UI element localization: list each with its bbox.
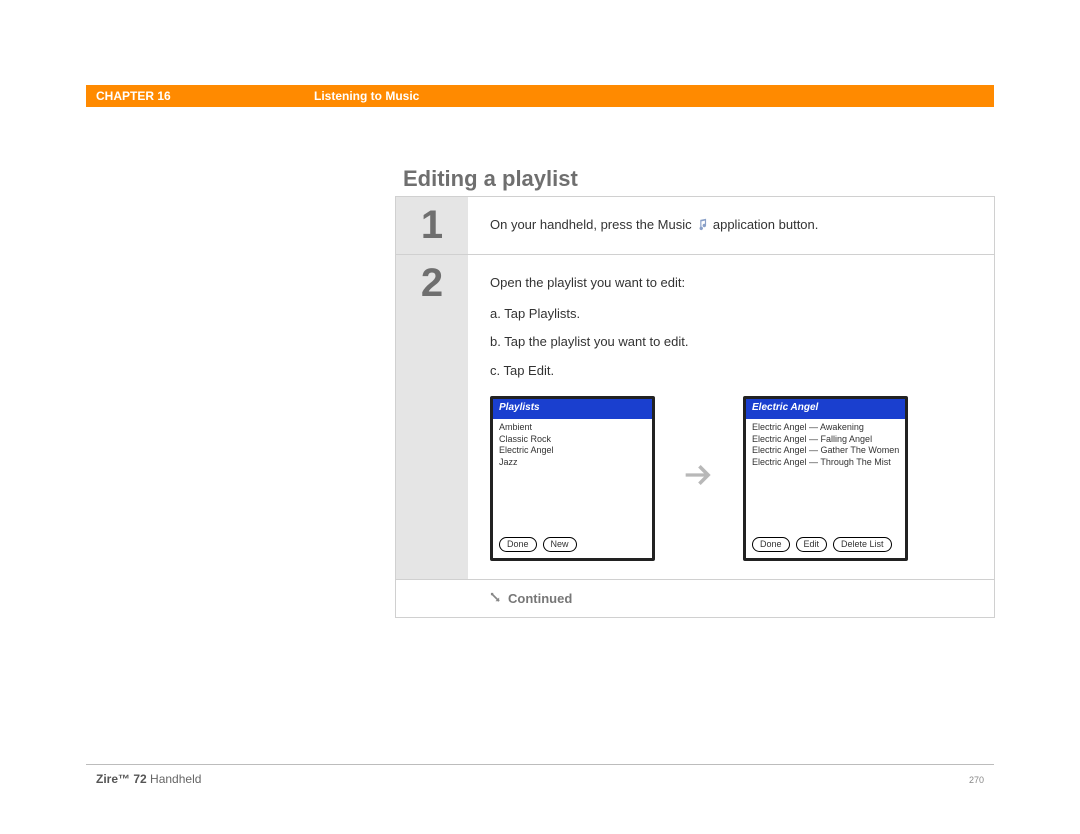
palm-new-button: New: [543, 537, 577, 552]
step-1-body: On your handheld, press the Music applic…: [468, 197, 994, 254]
list-item: Jazz: [499, 457, 646, 469]
list-item: Electric Angel — Through The Mist: [752, 457, 899, 469]
palm-screen-playlists: Playlists Ambient Classic Rock Electric …: [490, 396, 655, 561]
step-2-intro: Open the playlist you want to edit:: [490, 273, 974, 294]
step-1-text-after: application button.: [713, 217, 819, 232]
palm-list-left: Ambient Classic Rock Electric Angel Jazz: [493, 419, 652, 533]
step-2-row: 2 Open the playlist you want to edit: a.…: [396, 255, 994, 580]
palm-title-right: Electric Angel: [746, 399, 824, 417]
substep-c: c. Tap Edit.: [490, 361, 974, 382]
continued-arrow-icon: [488, 590, 502, 607]
palm-titlebar-left: Playlists: [493, 399, 652, 419]
continued-label: Continued: [508, 591, 572, 606]
list-item: Electric Angel — Awakening: [752, 422, 899, 434]
section-title: Editing a playlist: [403, 166, 578, 192]
footer-rule: [86, 764, 994, 765]
step-1-text-before: On your handheld, press the Music: [490, 217, 695, 232]
arrow-right-icon: [679, 455, 719, 502]
step-2-body: Open the playlist you want to edit: a. T…: [468, 255, 994, 579]
substep-a: a. Tap Playlists.: [490, 304, 974, 325]
continued-row: Continued: [396, 580, 994, 617]
palm-delete-list-button: Delete List: [833, 537, 892, 552]
step-1-number: 1: [396, 197, 468, 254]
step-2-number: 2: [396, 255, 468, 579]
list-item: Electric Angel — Gather The Women: [752, 445, 899, 457]
chapter-header-bar: CHAPTER 16 Listening to Music: [86, 85, 994, 107]
palm-edit-button: Edit: [796, 537, 828, 552]
footer-product: Zire™ 72 Handheld: [96, 772, 201, 786]
palm-done-button: Done: [752, 537, 790, 552]
steps-panel: 1 On your handheld, press the Music appl…: [395, 196, 995, 618]
footer-page-number: 270: [969, 775, 984, 785]
step-1-row: 1 On your handheld, press the Music appl…: [396, 197, 994, 255]
chapter-label: CHAPTER 16: [96, 89, 171, 103]
chapter-title: Listening to Music: [314, 89, 419, 103]
step-2-substeps: a. Tap Playlists. b. Tap the playlist yo…: [490, 304, 974, 382]
palm-done-button: Done: [499, 537, 537, 552]
palm-titlebar-right: Electric Angel: [746, 399, 905, 419]
palm-footer-right: Done Edit Delete List: [746, 533, 905, 558]
list-item: Electric Angel — Falling Angel: [752, 434, 899, 446]
substep-b: b. Tap the playlist you want to edit.: [490, 332, 974, 353]
palm-screen-tracks: Electric Angel Electric Angel — Awakenin…: [743, 396, 908, 561]
footer-product-rest: Handheld: [147, 772, 202, 786]
list-item: Ambient: [499, 422, 646, 434]
music-icon: [695, 217, 709, 231]
palm-list-right: Electric Angel — Awakening Electric Ange…: [746, 419, 905, 533]
list-item: Classic Rock: [499, 434, 646, 446]
screenshots-row: Playlists Ambient Classic Rock Electric …: [490, 396, 974, 561]
palm-title-left: Playlists: [493, 399, 546, 417]
palm-footer-left: Done New: [493, 533, 652, 558]
footer-product-bold: Zire™ 72: [96, 772, 147, 786]
list-item: Electric Angel: [499, 445, 646, 457]
